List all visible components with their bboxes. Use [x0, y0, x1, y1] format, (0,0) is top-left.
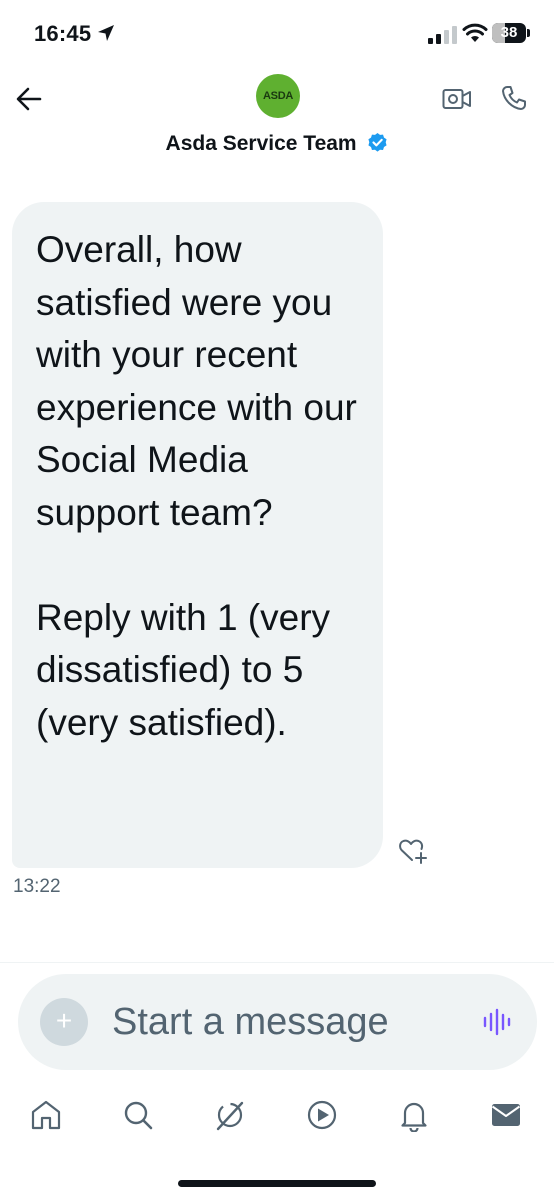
avatar-logo-text: ASDA [263, 90, 293, 102]
contact-name-label: Asda Service Team [165, 132, 357, 155]
back-arrow-icon[interactable] [14, 84, 46, 114]
message-list: Overall, how satisfied were you with you… [0, 200, 554, 960]
composer-divider [0, 962, 554, 963]
dm-conversation-screen: 16:45 38 ASDA Asda Service Team Overall,… [0, 0, 554, 1199]
contact-avatar[interactable]: ASDA [256, 74, 300, 118]
status-time: 16:45 [34, 21, 92, 46]
location-arrow-icon [98, 25, 114, 41]
home-indicator [178, 1180, 376, 1187]
plus-icon: + [55, 1005, 73, 1036]
video-call-icon[interactable] [442, 86, 472, 112]
contact-name[interactable]: Asda Service Team [0, 132, 554, 156]
phone-call-icon[interactable] [500, 84, 528, 112]
cellular-signal-icon [428, 26, 457, 44]
voice-waveform-icon[interactable] [482, 1008, 512, 1036]
message-input[interactable] [112, 996, 442, 1048]
status-bar: 16:45 38 [0, 0, 554, 66]
add-reaction-heart-icon[interactable] [398, 836, 428, 864]
message-bubble[interactable]: Overall, how satisfied were you with you… [12, 202, 383, 868]
message-composer: + [18, 974, 537, 1070]
bell-icon[interactable] [397, 1098, 431, 1132]
bottom-tab-bar [0, 1088, 554, 1148]
wifi-icon [462, 23, 488, 42]
conversation-header: ASDA Asda Service Team [0, 66, 554, 176]
search-icon[interactable] [121, 1098, 155, 1132]
play-icon[interactable] [305, 1098, 339, 1132]
battery-level: 38 [500, 24, 518, 41]
grok-icon[interactable] [213, 1098, 247, 1132]
home-icon[interactable] [29, 1098, 63, 1132]
envelope-icon[interactable] [489, 1098, 523, 1132]
add-media-button[interactable]: + [40, 998, 88, 1046]
message-timestamp: 13:22 [13, 876, 61, 897]
verified-badge-icon [368, 132, 388, 152]
battery-indicator: 38 [492, 23, 530, 43]
